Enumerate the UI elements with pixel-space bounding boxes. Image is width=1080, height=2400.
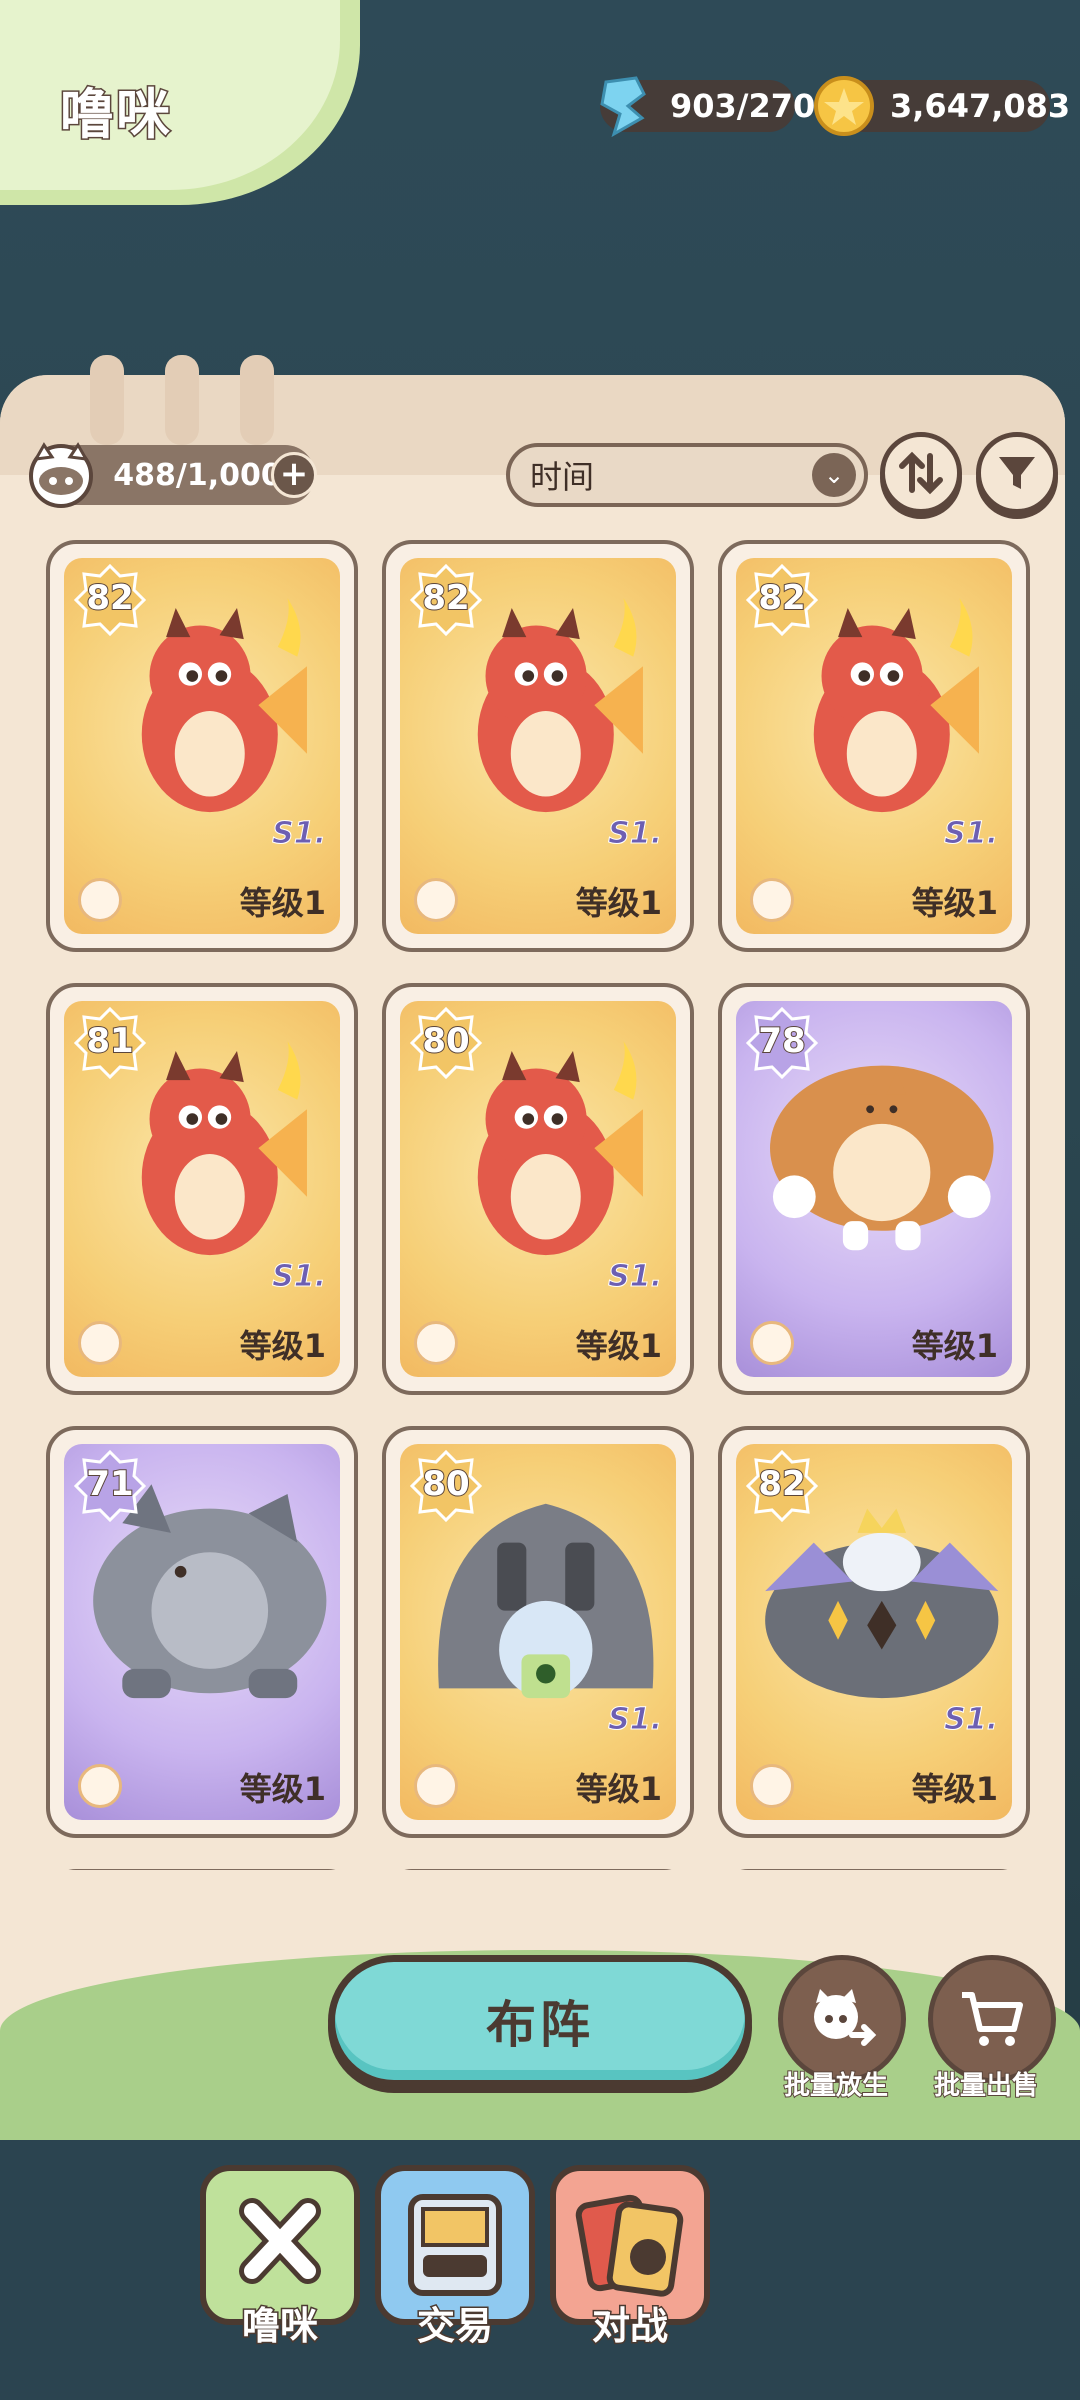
power-value: 82 xyxy=(85,577,134,619)
batch-sell-label: 批量出售 xyxy=(933,2070,1039,2102)
nav-label-battle: 对战 xyxy=(590,2303,669,2350)
page-title: 噜咪 xyxy=(59,82,172,148)
capacity-counter: 488/1,000 + xyxy=(29,442,317,508)
binder-ring xyxy=(165,355,199,445)
element-icon xyxy=(750,878,794,922)
season-tag: S1. xyxy=(608,816,663,852)
release-icon xyxy=(814,1989,877,2046)
power-value: 82 xyxy=(421,577,470,619)
lumi-card[interactable]: 82 S1. 等级1 xyxy=(718,540,1030,952)
card-art: 71 等级1 xyxy=(64,1444,340,1820)
card-art: 82 S1. 等级1 xyxy=(400,558,676,934)
power-value: 81 xyxy=(85,1020,134,1062)
sort-value: 时间 xyxy=(530,458,595,496)
deploy-button[interactable]: 布阵 xyxy=(328,1955,752,2087)
lumi-card[interactable]: 82 S1. 等级1 xyxy=(46,540,358,952)
lumi-card[interactable]: 82 S1. 等级1 xyxy=(718,1426,1030,1838)
nav-label-lumi: 噜咪 xyxy=(240,2303,319,2350)
season-tag: S1. xyxy=(608,1259,663,1295)
level-label: 等级1 xyxy=(239,1770,326,1808)
batch-release-label: 批量放生 xyxy=(783,2070,889,2102)
binder-ring xyxy=(240,355,274,445)
energy-counter[interactable]: 903/270 xyxy=(600,76,815,138)
element-icon xyxy=(414,1764,458,1808)
level-label: 等级1 xyxy=(239,1327,326,1365)
element-icon xyxy=(750,1764,794,1808)
lumi-face-icon xyxy=(29,442,93,508)
sort-dropdown[interactable]: 时间 ⌄ xyxy=(506,443,868,507)
power-value: 78 xyxy=(757,1020,806,1062)
filter-button[interactable] xyxy=(976,432,1058,514)
sort-arrows-icon xyxy=(899,451,943,495)
filter-icon xyxy=(999,457,1035,489)
season-tag: S1. xyxy=(944,1702,999,1738)
card-art: 80 S1. 等级1 xyxy=(400,1444,676,1820)
card-art: 80 S1. 等级1 xyxy=(400,1001,676,1377)
power-value: 80 xyxy=(421,1463,470,1505)
batch-release-button[interactable] xyxy=(778,1955,906,2083)
element-icon xyxy=(750,1321,794,1365)
sort-order-button[interactable] xyxy=(880,432,962,514)
element-icon xyxy=(78,878,122,922)
season-tag: S1. xyxy=(944,816,999,852)
nav-label-trade: 交易 xyxy=(415,2303,494,2350)
grid-bottom-fade xyxy=(0,1870,1065,1910)
bottom-nav xyxy=(0,2140,1080,2400)
lumi-card[interactable]: 80 S1. 等级1 xyxy=(382,983,694,1395)
power-value: 80 xyxy=(421,1020,470,1062)
season-tag: S1. xyxy=(272,1259,327,1295)
energy-crystal-icon xyxy=(600,76,646,138)
card-art: 82 S1. 等级1 xyxy=(736,558,1012,934)
binder-ring xyxy=(90,355,124,445)
level-label: 等级1 xyxy=(575,1770,662,1808)
lumi-card[interactable]: 78 等级1 xyxy=(718,983,1030,1395)
add-capacity-button[interactable]: + xyxy=(271,452,317,498)
element-icon xyxy=(78,1764,122,1808)
lumi-card[interactable]: 81 S1. 等级1 xyxy=(46,983,358,1395)
power-value: 71 xyxy=(85,1463,134,1505)
element-icon xyxy=(414,1321,458,1365)
card-art: 78 等级1 xyxy=(736,1001,1012,1377)
card-art: 82 S1. 等级1 xyxy=(64,558,340,934)
level-label: 等级1 xyxy=(911,1770,998,1808)
card-art: 82 S1. 等级1 xyxy=(736,1444,1012,1820)
coin-icon xyxy=(814,76,874,136)
cart-icon xyxy=(962,1992,1023,2046)
coin-counter[interactable]: 3,647,083 xyxy=(814,76,1070,136)
season-tag: S1. xyxy=(272,816,327,852)
element-icon xyxy=(414,878,458,922)
batch-sell-button[interactable] xyxy=(928,1955,1056,2083)
power-value: 82 xyxy=(757,1463,806,1505)
card-art: 81 S1. 等级1 xyxy=(64,1001,340,1377)
power-value: 82 xyxy=(757,577,806,619)
lumi-card[interactable]: 71 等级1 xyxy=(46,1426,358,1838)
season-tag: S1. xyxy=(608,1702,663,1738)
coin-value: 3,647,083 xyxy=(890,87,1071,125)
lumi-card[interactable]: 80 S1. 等级1 xyxy=(382,1426,694,1838)
level-label: 等级1 xyxy=(575,884,662,922)
chevron-down-icon: ⌄ xyxy=(812,453,856,497)
level-label: 等级1 xyxy=(239,884,326,922)
energy-value: 903/270 xyxy=(670,87,816,125)
capacity-value: 488/1,000 xyxy=(113,457,282,493)
level-label: 等级1 xyxy=(911,884,998,922)
level-label: 等级1 xyxy=(911,1327,998,1365)
element-icon xyxy=(78,1321,122,1365)
lumi-card[interactable]: 82 S1. 等级1 xyxy=(382,540,694,952)
level-label: 等级1 xyxy=(575,1327,662,1365)
